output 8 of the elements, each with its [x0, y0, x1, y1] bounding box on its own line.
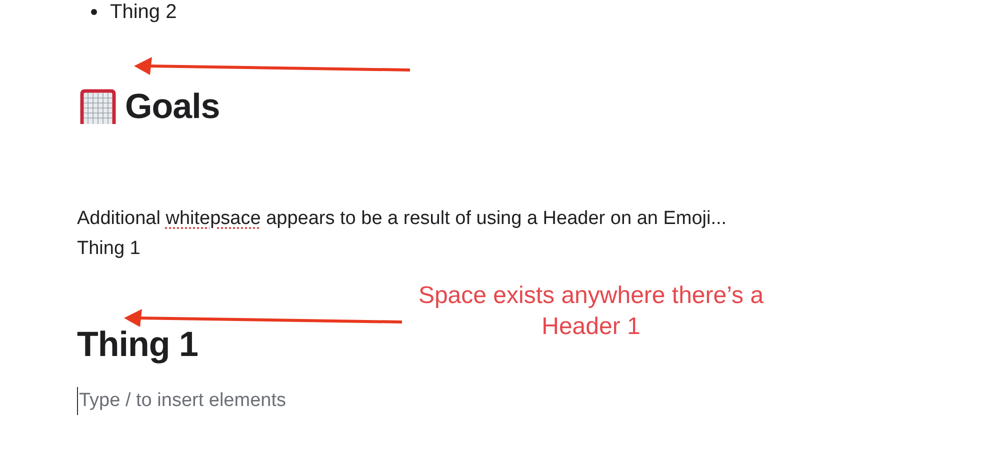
heading: Goals — [125, 87, 220, 127]
heading: Thing 1 — [77, 325, 198, 365]
paragraph: Additional whitepsace appears to be a result of using a Header on an Emoji... — [77, 207, 728, 231]
annotation-note: Space exists anywhere there’s a Header 1 — [417, 281, 765, 342]
list-item: Thing 2 — [110, 0, 177, 24]
input-field[interactable]: Type / to insert elements — [77, 387, 379, 415]
bullet-icon — [91, 9, 97, 15]
paragraph: Thing 1 — [77, 237, 142, 261]
